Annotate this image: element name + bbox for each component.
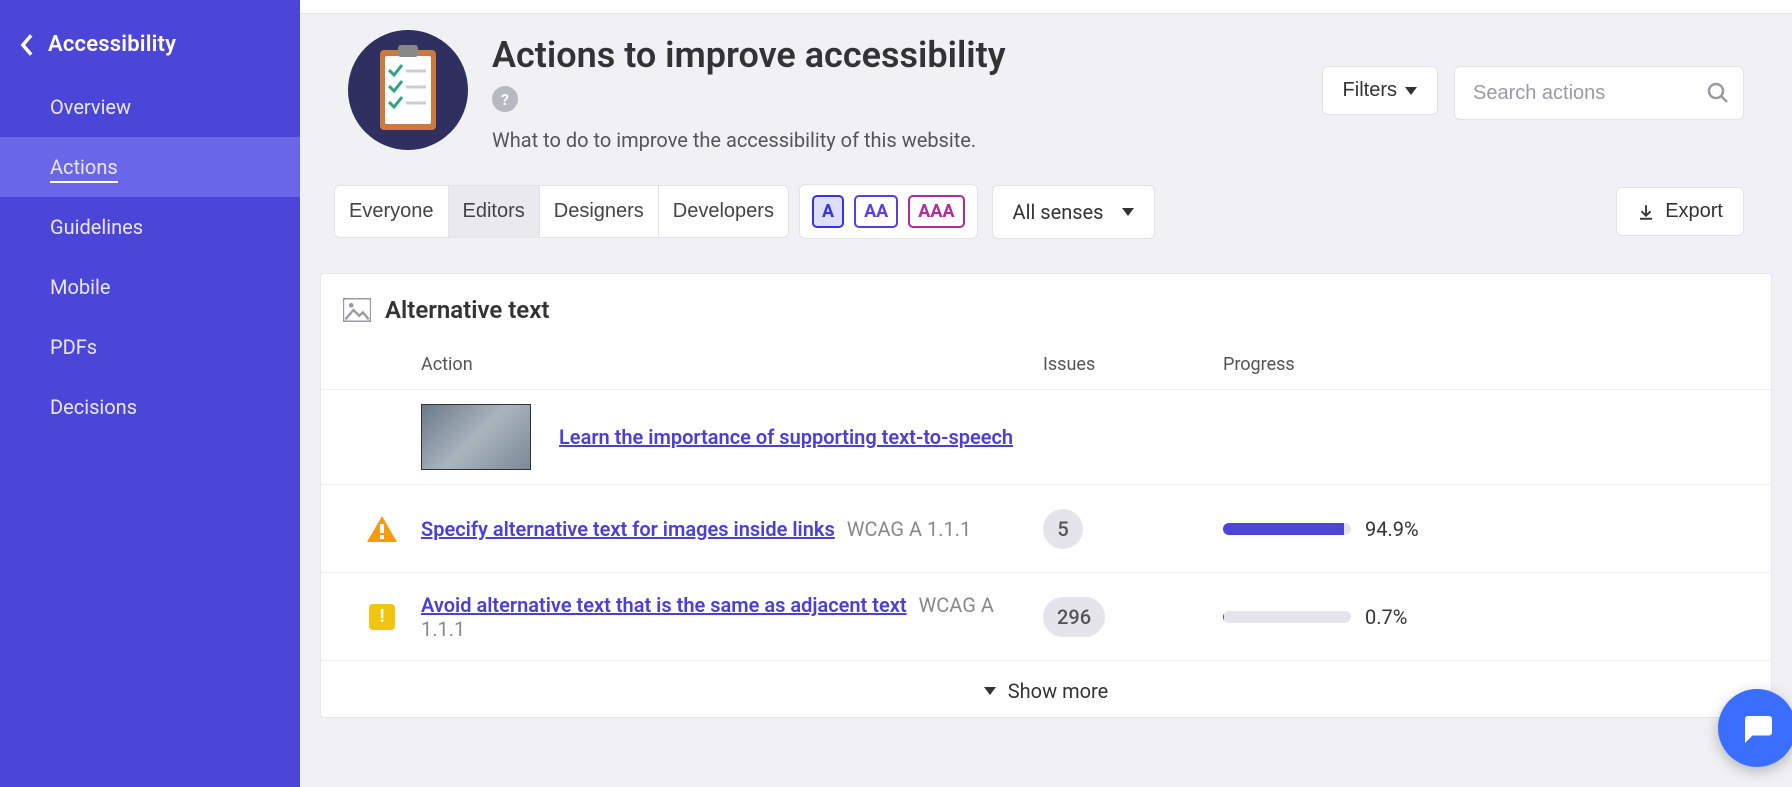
- toolbar: Everyone Editors Designers Developers A …: [300, 176, 1792, 257]
- chevron-left-icon: [20, 34, 34, 56]
- role-everyone[interactable]: Everyone: [335, 186, 449, 237]
- sidebar: Accessibility Overview Actions Guideline…: [0, 0, 300, 787]
- wcag-chip-a[interactable]: A: [812, 195, 844, 228]
- wcag-chip-aa[interactable]: AA: [854, 195, 898, 228]
- sidebar-item-decisions[interactable]: Decisions: [0, 377, 300, 437]
- section-title: Alternative text: [385, 296, 549, 324]
- caret-down-icon: [1405, 87, 1417, 95]
- col-issues: Issues: [1043, 354, 1223, 375]
- warning-icon: [367, 516, 397, 542]
- caret-down-icon: [984, 687, 996, 695]
- caution-icon: !: [369, 604, 395, 630]
- col-action: Action: [343, 354, 1043, 375]
- col-progress: Progress: [1223, 354, 1749, 375]
- caret-down-icon: [1122, 208, 1134, 216]
- table-header: Action Issues Progress: [321, 334, 1771, 389]
- role-editors[interactable]: Editors: [449, 186, 540, 237]
- wcag-ref: WCAG A 1.1.1: [847, 517, 972, 541]
- sidebar-item-actions[interactable]: Actions: [0, 137, 300, 197]
- show-more-button[interactable]: Show more: [321, 660, 1771, 717]
- page-subtitle: What to do to improve the accessibility …: [492, 128, 1298, 152]
- main: Actions to improve accessibility ? What …: [300, 0, 1792, 787]
- sidebar-nav: Overview Actions Guidelines Mobile PDFs …: [0, 77, 300, 437]
- help-icon[interactable]: ?: [492, 86, 518, 112]
- video-thumbnail[interactable]: [421, 404, 531, 470]
- progress-label: 0.7%: [1365, 605, 1407, 629]
- action-link[interactable]: Specify alternative text for images insi…: [421, 517, 835, 541]
- learn-link[interactable]: Learn the importance of supporting text-…: [559, 425, 1013, 449]
- download-icon: [1637, 203, 1655, 221]
- sidebar-back[interactable]: Accessibility: [0, 24, 300, 77]
- page-header: Actions to improve accessibility ? What …: [300, 14, 1792, 176]
- show-more-label: Show more: [1008, 679, 1108, 703]
- action-link[interactable]: Avoid alternative text that is the same …: [421, 593, 907, 617]
- wcag-level-group: A AA AAA: [799, 184, 978, 239]
- senses-dropdown[interactable]: All senses: [992, 185, 1155, 239]
- issue-count-badge: 296: [1043, 597, 1105, 637]
- issue-count-badge: 5: [1043, 509, 1083, 549]
- table-row: Specify alternative text for images insi…: [321, 484, 1771, 572]
- filters-label: Filters: [1343, 79, 1397, 102]
- export-button[interactable]: Export: [1616, 187, 1744, 236]
- search-input[interactable]: [1454, 66, 1744, 120]
- wcag-chip-aaa[interactable]: AAA: [908, 195, 964, 228]
- export-label: Export: [1665, 200, 1723, 223]
- page-title: Actions to improve accessibility: [492, 34, 1298, 76]
- role-toggle-group: Everyone Editors Designers Developers: [334, 185, 789, 238]
- sidebar-title: Accessibility: [48, 32, 176, 57]
- table-row: ! Avoid alternative text that is the sam…: [321, 572, 1771, 660]
- image-icon: [343, 298, 371, 322]
- progress-bar: [1223, 523, 1351, 535]
- progress-label: 94.9%: [1365, 517, 1419, 541]
- progress-bar: [1223, 611, 1351, 623]
- role-designers[interactable]: Designers: [540, 186, 659, 237]
- sidebar-item-pdfs[interactable]: PDFs: [0, 317, 300, 377]
- filters-button[interactable]: Filters: [1322, 66, 1438, 115]
- breadcrumb-bar: [300, 0, 1792, 14]
- chat-launcher[interactable]: [1718, 689, 1792, 767]
- learn-row: Learn the importance of supporting text-…: [321, 389, 1771, 484]
- senses-label: All senses: [1013, 200, 1104, 224]
- sidebar-item-overview[interactable]: Overview: [0, 77, 300, 137]
- search-icon: [1706, 81, 1730, 105]
- alternative-text-section: Alternative text Action Issues Progress …: [320, 273, 1772, 718]
- sidebar-item-guidelines[interactable]: Guidelines: [0, 197, 300, 257]
- sidebar-item-mobile[interactable]: Mobile: [0, 257, 300, 317]
- clipboard-checklist-icon: [348, 30, 468, 150]
- chat-icon: [1739, 710, 1775, 746]
- role-developers[interactable]: Developers: [659, 186, 788, 237]
